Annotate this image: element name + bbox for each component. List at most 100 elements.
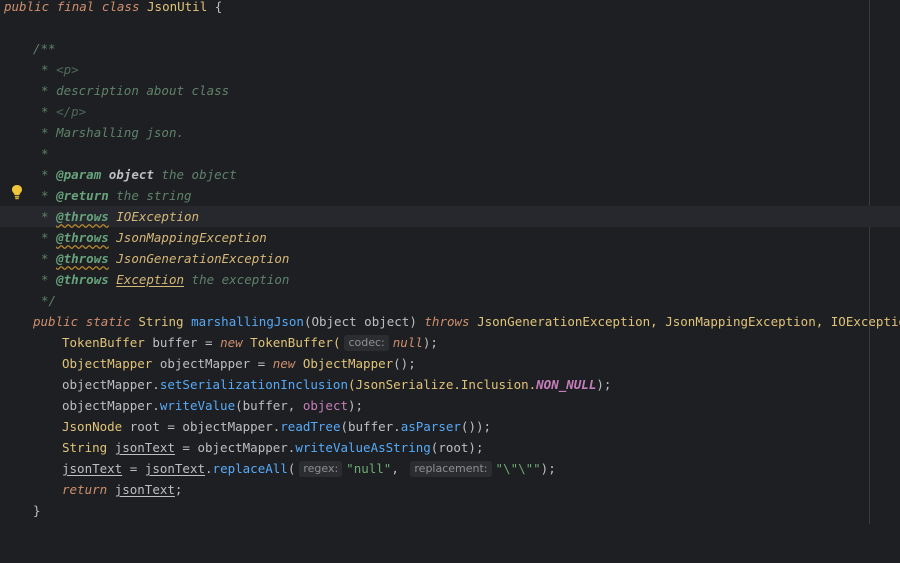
doc-html-tag: <p>	[56, 62, 79, 77]
null-literal: null	[392, 335, 423, 350]
brace: {	[214, 0, 223, 14]
code-line-11-current[interactable]: * @throws IOException	[0, 206, 900, 227]
keyword: new	[220, 335, 243, 350]
doc-text: the string	[116, 188, 192, 203]
code-line-15[interactable]: */	[0, 290, 900, 311]
statement-end: ();	[393, 356, 416, 371]
param-type: (Object	[303, 314, 365, 329]
doc-tag: @throws	[56, 272, 109, 287]
param-hint: regex:	[299, 461, 343, 477]
comma: ,	[391, 461, 407, 476]
keyword: final	[56, 0, 95, 14]
keyword: static	[85, 314, 131, 329]
doc-html-tag: </p>	[56, 104, 87, 119]
doc-star: *	[41, 251, 49, 266]
doc-exception-ref: Exception	[116, 272, 185, 287]
brace: }	[33, 503, 41, 518]
code-line-18[interactable]: ObjectMapper objectMapper = new ObjectMa…	[0, 353, 900, 374]
statement-end: ());	[460, 419, 492, 434]
var-name: jsonText	[114, 440, 175, 455]
param-hint: codec:	[344, 335, 389, 351]
doc-star: *	[41, 272, 49, 287]
doc-exception-ref: JsonGenerationException	[116, 251, 290, 266]
code-line-9[interactable]: * @param object the object	[0, 164, 900, 185]
code-line-22[interactable]: String jsonText = objectMapper.writeValu…	[0, 437, 900, 458]
code-line-13[interactable]: * @throws JsonGenerationException	[0, 248, 900, 269]
class-name: JsonUtil	[147, 0, 208, 14]
arguments: (buffer,	[235, 398, 303, 413]
string-literal: "\"\""	[495, 461, 541, 476]
code-line-6[interactable]: * </p>	[0, 101, 900, 122]
type-name: TokenBuffer	[62, 335, 145, 350]
method-call: asParser	[400, 419, 461, 434]
code-line-19[interactable]: objectMapper.setSerializationInclusion(J…	[0, 374, 900, 395]
code-line-8[interactable]: *	[0, 143, 900, 164]
doc-star: *	[41, 125, 49, 140]
code-line-5[interactable]: * description about class	[0, 80, 900, 101]
param-name: object	[364, 314, 410, 329]
doc-comment-open: /**	[33, 41, 56, 56]
var-name: jsonText	[144, 461, 206, 476]
var-decl: root = objectMapper.	[122, 419, 281, 434]
code-line-1[interactable]: public final class JsonUtil {	[0, 0, 900, 17]
keyword: public	[4, 0, 50, 14]
paren: )	[409, 314, 417, 329]
type-name: ObjectMapper	[62, 356, 153, 371]
code-line-24[interactable]: return jsonText;	[0, 479, 900, 500]
doc-star: *	[41, 230, 49, 245]
method-call: writeValue	[159, 398, 236, 413]
statement-end: );	[348, 398, 364, 413]
doc-text: the object	[161, 167, 237, 182]
doc-star: *	[41, 104, 49, 119]
doc-tag: @throws	[56, 251, 109, 266]
code-line-21[interactable]: JsonNode root = objectMapper.readTree(bu…	[0, 416, 900, 437]
code-line-16[interactable]: public static String marshallingJson(Obj…	[0, 311, 900, 332]
code-line-4[interactable]: * <p>	[0, 59, 900, 80]
doc-star: *	[41, 167, 49, 182]
var-name: jsonText	[62, 461, 123, 476]
code-line-14[interactable]: * @throws Exception the exception	[0, 269, 900, 290]
method-call: readTree	[280, 419, 341, 434]
doc-star: *	[41, 209, 49, 224]
paren: (	[287, 461, 296, 476]
doc-star: *	[41, 188, 49, 203]
code-line-25[interactable]: }	[0, 500, 900, 521]
doc-text: description about class	[56, 83, 230, 98]
object-ref: objectMapper.	[62, 398, 160, 413]
doc-star: *	[41, 146, 49, 161]
code-line-17[interactable]: TokenBuffer buffer = new TokenBuffer(cod…	[0, 332, 900, 353]
keyword: class	[101, 0, 140, 14]
class-ref: (JsonSerialize.	[348, 377, 461, 392]
doc-text: Marshalling json.	[56, 125, 184, 140]
type-name: JsonNode	[62, 419, 123, 434]
doc-tag: @param	[56, 167, 102, 182]
doc-tag: @throws	[56, 209, 109, 224]
doc-text: the exception	[191, 272, 290, 287]
enum-constant: NON_NULL	[536, 377, 597, 392]
code-line-10[interactable]: * @return the string	[0, 185, 900, 206]
method-call: writeValueAsString	[295, 440, 431, 455]
var-decl: objectMapper =	[152, 356, 273, 371]
return-type: String	[138, 314, 184, 329]
keyword: return	[62, 482, 108, 497]
dot: .	[205, 461, 213, 476]
keyword: throws	[424, 314, 470, 329]
class-ref: Inclusion.	[460, 377, 537, 392]
statement-end: (root);	[430, 440, 484, 455]
assignment: =	[122, 461, 145, 476]
constructor: ObjectMapper	[295, 356, 394, 371]
code-editor[interactable]: public final class JsonUtil { /** * <p> …	[0, 0, 900, 524]
assignment: = objectMapper.	[174, 440, 296, 455]
doc-star: *	[41, 83, 49, 98]
object-ref: objectMapper.	[62, 377, 160, 392]
code-line-20[interactable]: objectMapper.writeValue(buffer, object);	[0, 395, 900, 416]
code-line-23[interactable]: jsonText = jsonText.replaceAll(regex: "nu…	[0, 458, 900, 479]
code-line-3[interactable]: /**	[0, 38, 900, 59]
keyword: public	[33, 314, 79, 329]
doc-param-name: object	[108, 167, 154, 182]
doc-exception-ref: IOException	[116, 209, 200, 224]
code-line-12[interactable]: * @throws JsonMappingException	[0, 227, 900, 248]
code-line-7[interactable]: * Marshalling json.	[0, 122, 900, 143]
var-decl: buffer =	[144, 335, 221, 350]
statement-end: );	[540, 461, 556, 476]
